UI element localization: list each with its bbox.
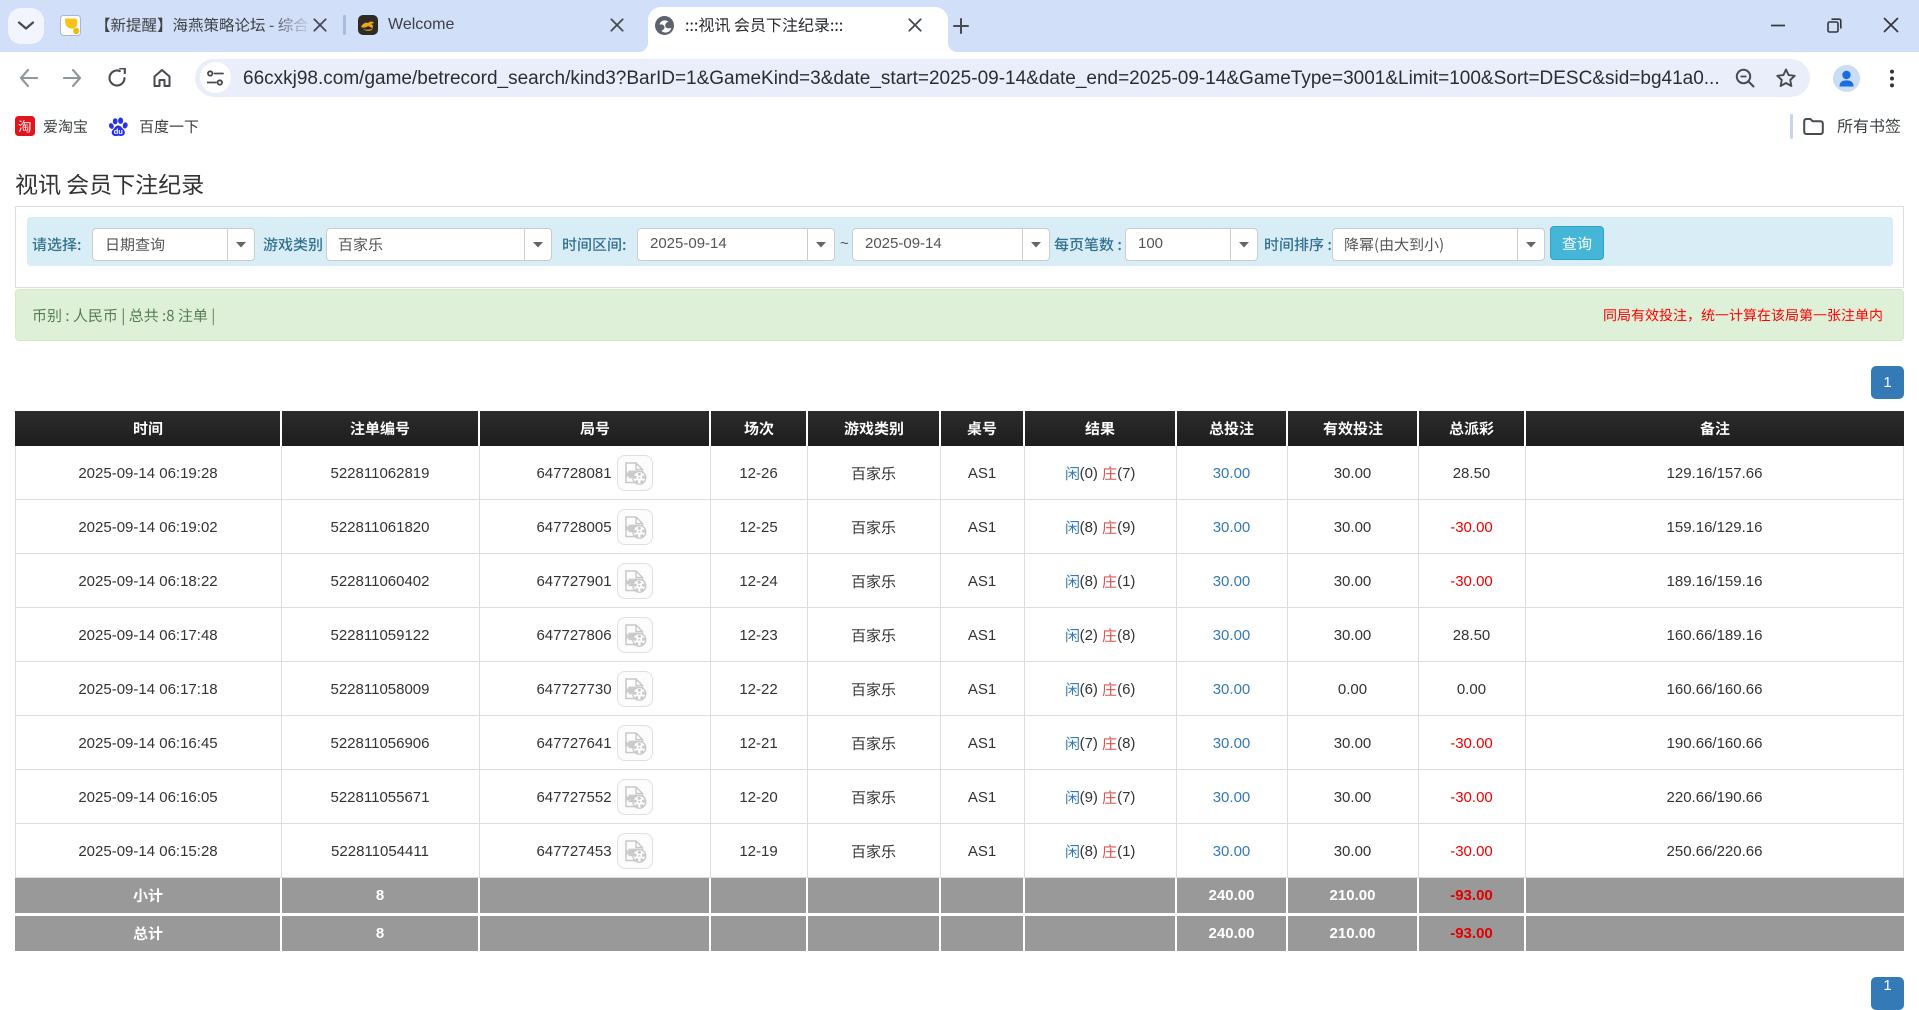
svg-text:du: du xyxy=(114,127,124,136)
